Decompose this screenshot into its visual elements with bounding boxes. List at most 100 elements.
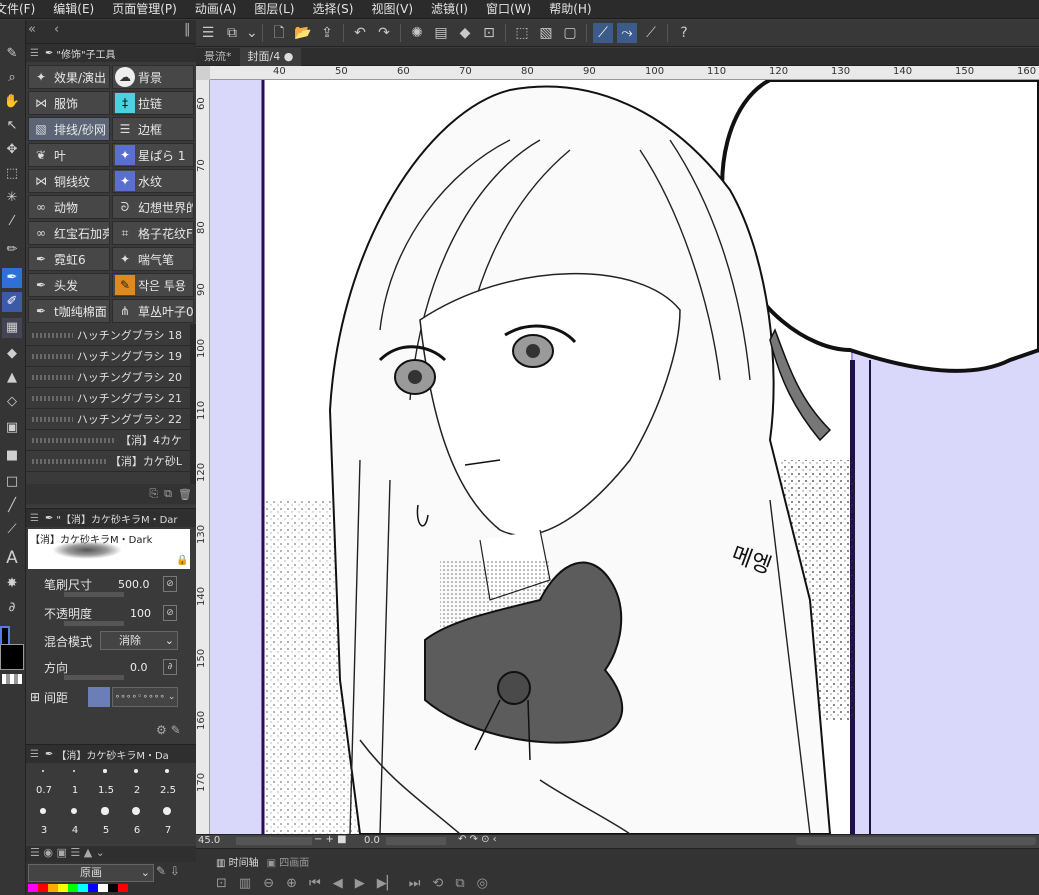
- marquee-tool-icon[interactable]: ⬚: [2, 164, 22, 184]
- fill-tool-icon[interactable]: ◆: [2, 344, 22, 364]
- loading-icon[interactable]: ✺: [407, 23, 427, 43]
- color-set-strip[interactable]: [28, 884, 128, 892]
- brush-size-dot[interactable]: [40, 808, 46, 814]
- direction-value[interactable]: 0.0: [130, 661, 148, 674]
- brush-list-item[interactable]: 【消】カケ砂L: [26, 451, 196, 472]
- menu-filter[interactable]: 滤镜(I): [422, 0, 477, 19]
- deselect-icon[interactable]: ⬚: [512, 23, 532, 43]
- brush-size-dot[interactable]: [103, 769, 107, 773]
- object-tool-icon[interactable]: ↖: [2, 116, 22, 136]
- menu-icon[interactable]: ☰: [30, 48, 39, 59]
- magic-wand-icon[interactable]: ✳: [2, 188, 22, 208]
- brush-list-item[interactable]: ハッチングブラシ 19: [26, 346, 196, 367]
- menu-page-management[interactable]: 页面管理(P): [103, 0, 186, 19]
- subtool-group-item[interactable]: ⋈ 铜线纹: [28, 169, 110, 193]
- fill-icon[interactable]: ◆: [455, 23, 475, 43]
- dropdown-icon[interactable]: ⌄: [246, 23, 258, 43]
- new-file-icon[interactable]: 🗋: [269, 23, 289, 43]
- horizontal-scrollbar[interactable]: [796, 837, 1036, 845]
- subtool-group-item[interactable]: ☁ 背景: [112, 65, 194, 89]
- subtool-group-item[interactable]: ☰ 边框: [112, 117, 194, 141]
- prev-frame-icon[interactable]: ◀: [333, 876, 343, 891]
- brush-size-label[interactable]: 5: [91, 825, 121, 836]
- help-icon[interactable]: ?: [674, 23, 694, 43]
- export-icon[interactable]: ⇪: [317, 23, 337, 43]
- opacity-value[interactable]: 100: [130, 607, 151, 620]
- brush-size-label[interactable]: 2.5: [153, 785, 183, 796]
- zoom-slider[interactable]: [236, 837, 312, 845]
- brush-list-item[interactable]: 【消】4カケ: [26, 430, 196, 451]
- copy-subtool-icon[interactable]: ⎘: [149, 487, 158, 501]
- subtool-group-item[interactable]: ‡ 拉链: [112, 91, 194, 115]
- clear-icon[interactable]: ▤: [431, 23, 451, 43]
- figure-tool-icon[interactable]: □: [2, 472, 22, 492]
- new-icon[interactable]: ⧉: [222, 23, 242, 43]
- blend-mode-select[interactable]: 消除 ⌄: [100, 631, 178, 650]
- four-panel-tab[interactable]: ▣ 四画面: [267, 854, 310, 869]
- collapse-icon[interactable]: «: [28, 22, 36, 37]
- menu-animation[interactable]: 动画(A): [186, 0, 246, 19]
- back-icon[interactable]: ‹: [54, 22, 59, 37]
- spacing-select[interactable]: ∘∘∘∘◦∘∘∘∘ ⌄: [112, 687, 178, 707]
- brush-size-slider[interactable]: [64, 592, 124, 597]
- brush-list-item[interactable]: ハッチングブラシ 21: [26, 388, 196, 409]
- first-frame-icon[interactable]: ⏮: [309, 876, 321, 891]
- pattern-tool-icon[interactable]: ▦: [2, 318, 22, 338]
- subtool-group-item[interactable]: ∞ 红宝石加亮: [28, 221, 110, 245]
- select-all-icon[interactable]: ▢: [560, 23, 580, 43]
- menu-select[interactable]: 选择(S): [303, 0, 362, 19]
- brush-size-dot[interactable]: [164, 768, 170, 774]
- loop-icon[interactable]: ⟲: [432, 876, 443, 891]
- undo-icon[interactable]: ↶: [350, 23, 370, 43]
- next-frame-icon[interactable]: ▶▏: [377, 876, 397, 891]
- menu-icon[interactable]: ☰: [30, 749, 39, 760]
- canvas-area[interactable]: 메엥: [210, 80, 1039, 834]
- subtool-group-item[interactable]: ⌗ 格子花纹F: [112, 221, 194, 245]
- subtool-group-item[interactable]: ✎ 작은 투용: [112, 273, 194, 297]
- brush-size-dot[interactable]: [70, 807, 78, 815]
- text-tool-icon[interactable]: A: [2, 548, 22, 568]
- snap-grid-icon[interactable]: ⟋: [641, 23, 661, 43]
- frame-icon[interactable]: ⊡: [216, 876, 227, 891]
- gradient-icon[interactable]: ▣: [2, 418, 22, 438]
- decoration-tool-icon[interactable]: ✒: [2, 268, 22, 288]
- brush-size-dot[interactable]: [134, 769, 138, 773]
- brush-size-value[interactable]: 500.0: [118, 578, 150, 591]
- tab-document-1[interactable]: 景流*: [196, 48, 240, 66]
- subtool-group-item[interactable]: ✦ 水纹: [112, 169, 194, 193]
- transform-icon[interactable]: ⊡: [479, 23, 499, 43]
- hand-tool-icon[interactable]: ✋: [2, 92, 22, 112]
- opacity-slider[interactable]: [64, 621, 124, 626]
- brush-list-item[interactable]: ハッチングブラシ 22: [26, 409, 196, 430]
- angle-value[interactable]: 0.0: [364, 835, 380, 846]
- brush-list-item[interactable]: ハッチングブラシ 18: [26, 325, 196, 346]
- brush-size-spin-icon[interactable]: ⊘: [163, 576, 177, 592]
- brush-size-dot[interactable]: [101, 807, 109, 815]
- tab-document-2[interactable]: 封面/4 ●: [239, 47, 302, 66]
- menu-file[interactable]: 文件(F): [0, 0, 44, 19]
- brush-list-item[interactable]: ハッチングブラシ 20: [26, 367, 196, 388]
- move-tool-icon[interactable]: ✥: [2, 140, 22, 160]
- menu-help[interactable]: 帮助(H): [540, 0, 600, 19]
- settings-icon[interactable]: ⚙ ✎: [156, 723, 181, 737]
- menu-icon[interactable]: ☰: [198, 23, 218, 43]
- brush-tool-icon[interactable]: ✐: [2, 292, 22, 312]
- tool-icons[interactable]: ✎ ⇩: [156, 864, 180, 878]
- pencil-tool-icon[interactable]: ✏: [2, 240, 22, 260]
- redo-icon[interactable]: ↷: [374, 23, 394, 43]
- zoom-tool-icon[interactable]: ⌕: [2, 68, 22, 88]
- eyedropper-icon[interactable]: ⁄: [2, 212, 22, 232]
- delete-subtool-icon[interactable]: 🗑: [178, 488, 192, 501]
- brush-size-label[interactable]: 0.7: [29, 785, 59, 796]
- last-frame-icon[interactable]: ⏭: [409, 876, 421, 891]
- subtool-group-item[interactable]: ∞ 动物: [28, 195, 110, 219]
- panel-tabs[interactable]: ☰ ◉ ▣ ☰ ▲ ⌄: [26, 846, 196, 862]
- sub-color-swatch[interactable]: [0, 644, 24, 670]
- invert-selection-icon[interactable]: ▧: [536, 23, 556, 43]
- subtool-group-item[interactable]: ✒ 霓虹6: [28, 247, 110, 271]
- brush-size-dot[interactable]: [72, 769, 76, 773]
- spacing-preview[interactable]: [88, 687, 110, 707]
- lock-icon[interactable]: 🔒: [176, 555, 188, 566]
- zoom-value[interactable]: 45.0: [198, 835, 220, 846]
- line-tool-icon[interactable]: ╱: [2, 496, 22, 516]
